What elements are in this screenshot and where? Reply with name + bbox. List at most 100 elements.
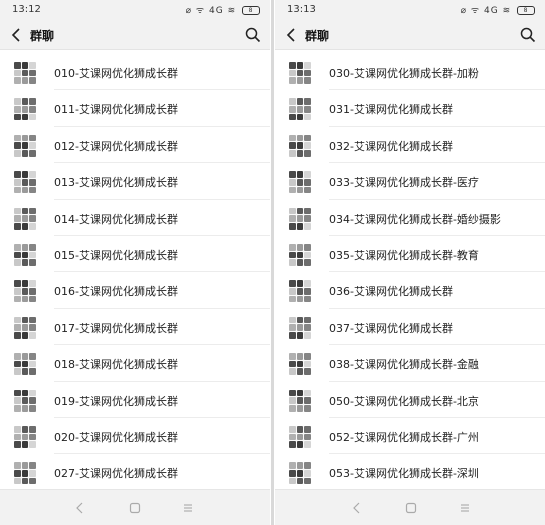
signal-icons: ⌀ ᯤ 4G ≋	[185, 6, 237, 16]
group-avatar	[289, 243, 311, 266]
group-avatar	[14, 280, 36, 303]
group-avatar	[14, 425, 36, 448]
status-icons: ⌀ ᯤ 4G ≋ 8	[461, 3, 535, 16]
group-list-item[interactable]: 037-艾课网优化狮成长群	[275, 309, 545, 346]
group-name: 037-艾课网优化狮成长群	[329, 321, 453, 335]
group-name: 010-艾课网优化狮成长群	[54, 67, 178, 80]
group-avatar	[14, 62, 36, 84]
nav-home-icon[interactable]	[127, 500, 143, 516]
screen-divider	[271, 0, 274, 525]
group-list-item[interactable]: 015-艾课网优化狮成长群	[0, 236, 270, 273]
group-list-item[interactable]: 027-艾课网优化狮成长群	[0, 454, 270, 491]
group-name: 053-艾课网优化狮成长群-深圳	[329, 467, 479, 481]
group-avatar	[14, 462, 36, 485]
nav-back-icon[interactable]	[349, 500, 365, 516]
group-list: 010-艾课网优化狮成长群 011-艾课网优化狮成长群 012-艾课网优化狮成长群 0…	[0, 54, 270, 491]
group-name: 015-艾课网优化狮成长群	[54, 248, 178, 262]
header-bar: 群聊	[275, 20, 545, 50]
group-avatar	[14, 353, 36, 376]
group-name: 017-艾课网优化狮成长群	[54, 321, 178, 335]
group-name: 020-艾课网优化狮成长群	[54, 430, 178, 444]
header-bar: 群聊	[0, 20, 270, 50]
group-list-item[interactable]: 034-艾课网优化狮成长群-婚纱摄影	[275, 200, 545, 236]
group-avatar	[289, 98, 311, 121]
status-bar: 13:12 ⌀ ᯤ 4G ≋ 8	[0, 0, 270, 20]
search-icon[interactable]	[519, 26, 537, 44]
group-list-item[interactable]: 016-艾课网优化狮成长群	[0, 272, 270, 309]
group-name: 038-艾课网优化狮成长群-金融	[329, 358, 479, 372]
group-list-item[interactable]: 033-艾课网优化狮成长群-医疗	[275, 163, 545, 200]
group-avatar	[14, 243, 36, 266]
nav-back-icon[interactable]	[72, 500, 88, 516]
group-list-item[interactable]: 018-艾课网优化狮成长群	[0, 345, 270, 382]
group-avatar	[289, 353, 311, 376]
group-avatar	[289, 280, 311, 303]
group-name: 032-艾课网优化狮成长群	[329, 139, 453, 153]
group-avatar	[14, 98, 36, 121]
group-list: 030-艾课网优化狮成长群-加粉 031-艾课网优化狮成长群 032-艾课网优化狮成…	[275, 54, 545, 491]
nav-home-icon[interactable]	[403, 500, 419, 516]
group-name: 033-艾课网优化狮成长群-医疗	[329, 176, 479, 190]
group-name: 050-艾课网优化狮成长群-北京	[329, 394, 479, 408]
status-bar: 13:13 ⌀ ᯤ 4G ≋ 8	[275, 0, 545, 20]
group-list-item[interactable]: 014-艾课网优化狮成长群	[0, 200, 270, 236]
signal-icons: ⌀ ᯤ 4G ≋	[460, 6, 512, 16]
chevron-left-icon[interactable]	[8, 26, 26, 44]
group-list-item[interactable]: 038-艾课网优化狮成长群-金融	[275, 345, 545, 382]
left-phone-screen: 13:12 ⌀ ᯤ 4G ≋ 8 群聊 010-艾课网优化狮成长群 011-艾课网…	[0, 0, 270, 525]
page-title: 群聊	[30, 29, 55, 43]
system-nav-bar	[0, 489, 270, 525]
group-list-item[interactable]: 030-艾课网优化狮成长群-加粉	[275, 54, 545, 91]
group-list-item[interactable]: 035-艾课网优化狮成长群-教育	[275, 236, 545, 273]
group-list-item[interactable]: 011-艾课网优化狮成长群	[0, 90, 270, 127]
group-avatar	[289, 316, 311, 339]
page-title: 群聊	[305, 29, 330, 43]
group-avatar	[289, 171, 311, 194]
group-list-item[interactable]: 050-艾课网优化狮成长群-北京	[275, 382, 545, 418]
group-avatar	[14, 389, 36, 412]
group-name: 013-艾课网优化狮成长群	[54, 176, 178, 190]
nav-menu-icon[interactable]	[180, 500, 196, 516]
group-avatar	[289, 462, 311, 485]
group-name: 019-艾课网优化狮成长群	[54, 394, 178, 408]
group-name: 036-艾课网优化狮成长群	[329, 285, 453, 299]
group-list-item[interactable]: 020-艾课网优化狮成长群	[0, 418, 270, 455]
group-list-item[interactable]: 010-艾课网优化狮成长群	[0, 54, 270, 91]
battery-icon: 8	[517, 6, 535, 15]
group-list-item[interactable]: 031-艾课网优化狮成长群	[275, 90, 545, 127]
group-list-item[interactable]: 012-艾课网优化狮成长群	[0, 127, 270, 164]
group-name: 011-艾课网优化狮成长群	[54, 103, 178, 117]
group-name: 031-艾课网优化狮成长群	[329, 103, 453, 117]
group-name: 012-艾课网优化狮成长群	[54, 139, 178, 153]
status-icons: ⌀ ᯤ 4G ≋ 8	[186, 3, 260, 16]
group-name: 027-艾课网优化狮成长群	[54, 467, 178, 481]
nav-menu-icon[interactable]	[457, 500, 473, 516]
search-icon[interactable]	[244, 26, 262, 44]
system-nav-bar	[275, 489, 545, 525]
group-avatar	[14, 316, 36, 339]
group-name: 014-艾课网优化狮成长群	[54, 212, 178, 226]
chevron-left-icon[interactable]	[283, 26, 301, 44]
group-list-item[interactable]: 036-艾课网优化狮成长群	[275, 272, 545, 309]
group-list-item[interactable]: 019-艾课网优化狮成长群	[0, 382, 270, 418]
group-name: 034-艾课网优化狮成长群-婚纱摄影	[329, 212, 501, 226]
group-name: 016-艾课网优化狮成长群	[54, 285, 178, 299]
group-name: 052-艾课网优化狮成长群-广州	[329, 430, 479, 444]
group-avatar	[14, 171, 36, 194]
right-phone-screen: 13:13 ⌀ ᯤ 4G ≋ 8 群聊 030-艾课网优化狮成长群-加粉 031-…	[275, 0, 545, 525]
group-list-item[interactable]: 053-艾课网优化狮成长群-深圳	[275, 454, 545, 491]
group-list-item[interactable]: 032-艾课网优化狮成长群	[275, 127, 545, 164]
group-name: 035-艾课网优化狮成长群-教育	[329, 248, 479, 262]
group-list-item[interactable]: 017-艾课网优化狮成长群	[0, 309, 270, 346]
status-time: 13:12	[12, 4, 41, 15]
battery-icon: 8	[242, 6, 260, 15]
group-avatar	[289, 389, 311, 412]
group-name: 030-艾课网优化狮成长群-加粉	[329, 67, 479, 80]
group-avatar	[289, 207, 311, 230]
group-list-item[interactable]: 013-艾课网优化狮成长群	[0, 163, 270, 200]
group-name: 018-艾课网优化狮成长群	[54, 358, 178, 372]
group-avatar	[289, 425, 311, 448]
group-list-item[interactable]: 052-艾课网优化狮成长群-广州	[275, 418, 545, 455]
group-avatar	[289, 62, 311, 84]
status-time: 13:13	[287, 4, 316, 15]
